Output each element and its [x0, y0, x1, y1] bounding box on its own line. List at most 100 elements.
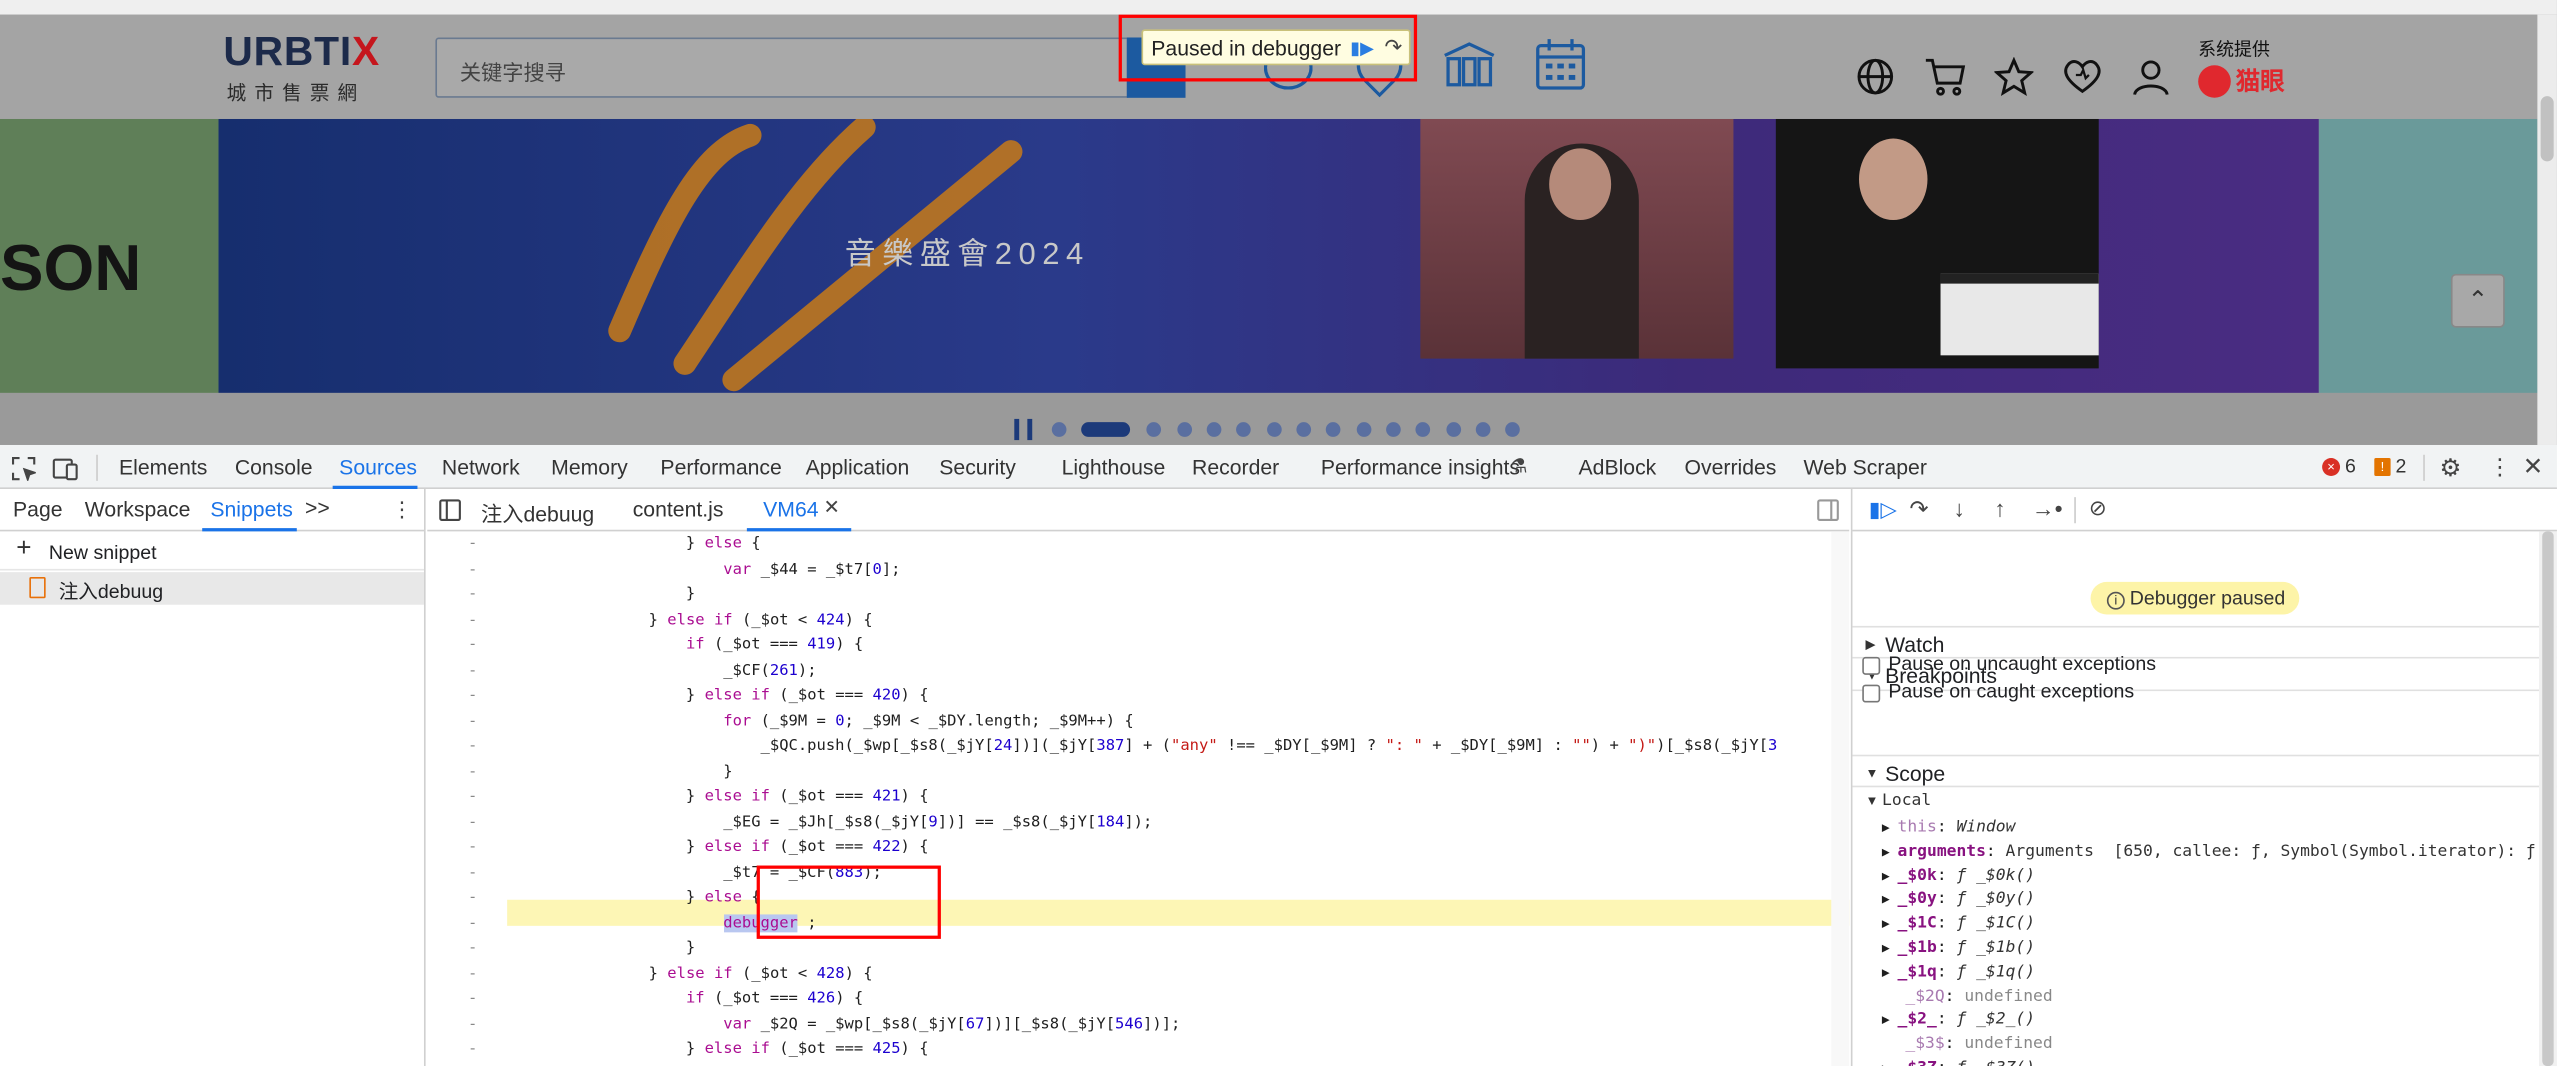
line-gutter[interactable]: - — [468, 961, 477, 986]
expand-triangle-icon[interactable]: ▶ — [1882, 844, 1898, 859]
tab-application[interactable]: Application — [806, 455, 910, 479]
settings-gear-icon[interactable]: ⚙ — [2440, 453, 2462, 483]
code-line[interactable]: - } else if (_$ot === 425) { — [427, 1037, 1829, 1062]
line-gutter[interactable]: - — [468, 683, 477, 708]
tab-network[interactable]: Network — [442, 455, 520, 479]
scope-variable[interactable]: ▶ arguments: Arguments [650, callee: ƒ, … — [1882, 839, 2538, 863]
expand-triangle-icon[interactable]: ▶ — [1882, 868, 1898, 883]
code-line[interactable]: - _$EG = _$Jh[_$s8(_$jY[9])] == _$s8(_$j… — [427, 809, 1829, 834]
code-line[interactable]: - _$Ef += _$94; — [427, 1062, 1829, 1066]
error-badge[interactable]: × 6 — [2322, 455, 2356, 478]
line-gutter[interactable]: - — [468, 582, 477, 607]
language-globe-icon[interactable] — [1856, 57, 1895, 96]
code-line[interactable]: - var _$44 = _$t7[0]; — [427, 557, 1829, 582]
code-line[interactable]: - } — [427, 759, 1829, 784]
carousel-dot[interactable] — [1386, 422, 1401, 437]
line-gutter[interactable]: - — [468, 910, 477, 935]
step-into-icon[interactable]: ↓ — [1954, 496, 1965, 522]
code-line[interactable]: - _$t7 = _$CF(883); — [427, 860, 1829, 885]
expand-triangle-icon[interactable]: ▶ — [1882, 965, 1898, 980]
scope-variable[interactable]: _$3$: undefined — [1882, 1032, 2052, 1056]
tab-overrides[interactable]: Overrides — [1685, 455, 1777, 479]
carousel-dot-active[interactable] — [1081, 422, 1131, 437]
scope-variable[interactable]: ▶ _$1q: ƒ _$1q() — [1882, 960, 2035, 984]
line-gutter[interactable]: - — [468, 658, 477, 683]
carousel-dot[interactable] — [1415, 422, 1431, 437]
close-file-tab-icon[interactable]: ✕ — [824, 496, 840, 519]
scope-variable[interactable]: ▶ _$3Z: ƒ _$3Z() — [1882, 1056, 2035, 1066]
editor-scrollbar[interactable] — [1831, 531, 1850, 1066]
carousel-dot[interactable] — [1475, 422, 1491, 437]
carousel-pause-icon[interactable] — [1014, 418, 1033, 441]
carousel-dot[interactable] — [1356, 422, 1372, 437]
line-gutter[interactable]: - — [468, 607, 477, 632]
urbtix-logo[interactable]: URBTIX — [223, 29, 380, 76]
line-gutter[interactable]: - — [468, 759, 477, 784]
line-gutter[interactable]: - — [468, 936, 477, 961]
nav-tab-page[interactable]: Page — [13, 497, 63, 521]
code-line[interactable]: - } else { — [427, 885, 1829, 910]
expand-triangle-icon[interactable]: ▶ — [1882, 820, 1898, 835]
code-line[interactable]: - for (_$9M = 0; _$9M < _$DY.length; _$9… — [427, 708, 1829, 733]
code-line[interactable]: - } else if (_$ot < 428) { — [427, 961, 1829, 986]
snippet-item[interactable]: 注入debuug — [0, 572, 424, 605]
line-gutter[interactable]: - — [468, 835, 477, 860]
sidebar-scrollbar[interactable] — [2539, 531, 2557, 1066]
code-line[interactable]: - } else if (_$ot === 421) { — [427, 784, 1829, 809]
scope-variable[interactable]: ▶ _$1C: ƒ _$1C() — [1882, 911, 2035, 935]
scope-variable[interactable]: ▶ this: Window — [1882, 815, 2016, 839]
code-line[interactable]: - } — [427, 582, 1829, 607]
inspect-element-icon[interactable] — [11, 456, 36, 481]
line-gutter[interactable]: - — [468, 557, 477, 582]
carousel-dots[interactable] — [1051, 417, 1541, 440]
device-toolbar-icon[interactable] — [52, 455, 80, 481]
file-tab-vm64[interactable]: VM64 — [763, 497, 818, 521]
carousel-dot[interactable] — [1296, 422, 1312, 437]
expand-triangle-icon[interactable]: ▶ — [1882, 892, 1898, 907]
toggle-debugger-sidebar-icon[interactable] — [1817, 499, 1840, 522]
tab-adblock[interactable]: AdBlock — [1579, 455, 1657, 479]
nav-tab-snippets[interactable]: Snippets — [210, 497, 293, 521]
step-out-icon[interactable]: ↑ — [1994, 496, 2005, 522]
code-line[interactable]: - } — [427, 936, 1829, 961]
code-line[interactable]: - debugger ; — [427, 910, 1829, 935]
nav-tab-workspace[interactable]: Workspace — [85, 497, 191, 521]
pause-caught-checkbox[interactable] — [1862, 684, 1881, 703]
code-line[interactable]: - _$CF(261); — [427, 658, 1829, 683]
user-account-icon[interactable] — [2131, 57, 2170, 96]
scope-variable[interactable]: _$2Q: undefined — [1882, 984, 2052, 1008]
more-options-icon[interactable]: ⋮ — [2488, 453, 2511, 481]
page-scrollbar[interactable] — [2537, 14, 2557, 445]
banner-scroll-up-button[interactable]: ⌃ — [2450, 273, 2505, 328]
toggle-navigator-icon[interactable] — [439, 499, 462, 522]
section-scope[interactable]: ▼ Scope — [1852, 754, 2557, 788]
line-gutter[interactable]: - — [468, 1062, 477, 1066]
deactivate-breakpoints-icon[interactable]: ⊘ — [2089, 496, 2107, 522]
tab-memory[interactable]: Memory — [551, 455, 628, 479]
carousel-dot[interactable] — [1267, 422, 1282, 437]
expand-triangle-icon[interactable] — [1882, 1037, 1906, 1052]
expand-triangle-icon[interactable]: ▶ — [1882, 916, 1898, 931]
tab-console[interactable]: Console — [235, 455, 313, 479]
carousel-dot[interactable] — [1146, 422, 1162, 437]
carousel-dot[interactable] — [1236, 422, 1251, 437]
line-gutter[interactable]: - — [468, 986, 477, 1011]
resume-script-icon[interactable]: ▮▷ — [1869, 497, 1897, 523]
code-line[interactable]: - } else if (_$ot === 422) { — [427, 835, 1829, 860]
scope-variable[interactable]: ▶ _$1b: ƒ _$1b() — [1882, 936, 2035, 960]
carousel-dot[interactable] — [1505, 422, 1520, 437]
code-line[interactable]: - } else if (_$ot < 424) { — [427, 607, 1829, 632]
tab-sources[interactable]: Sources — [339, 455, 417, 479]
scope-local-header[interactable]: ▼ Local — [1866, 792, 1932, 810]
step-over-icon[interactable]: ↷ — [1910, 496, 1929, 524]
carousel-dot[interactable] — [1177, 422, 1193, 437]
carousel-dot[interactable] — [1051, 422, 1067, 437]
navigator-menu-icon[interactable]: ⋮ — [391, 497, 412, 523]
line-gutter[interactable]: - — [468, 1037, 477, 1062]
tab-web-scraper[interactable]: Web Scraper — [1804, 455, 1927, 479]
new-snippet-button[interactable]: + New snippet — [0, 535, 424, 571]
line-gutter[interactable]: - — [468, 885, 477, 910]
tab-security[interactable]: Security — [939, 455, 1016, 479]
line-gutter[interactable]: - — [468, 734, 477, 759]
step-icon[interactable]: →• — [2032, 496, 2063, 522]
